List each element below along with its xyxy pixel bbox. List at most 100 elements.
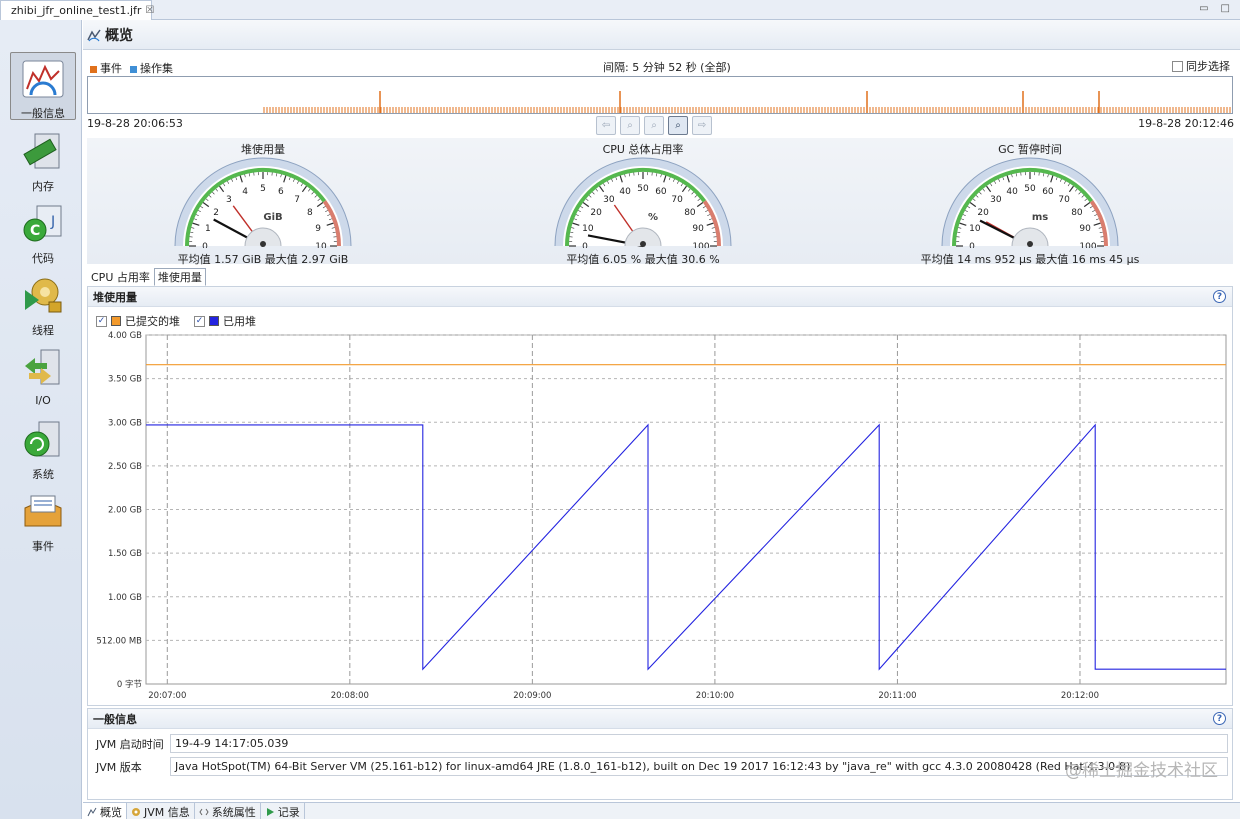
info-label: JVM 启动时间 [96,737,164,751]
events-icon [21,492,65,532]
gauge-unit: ms [1032,212,1048,223]
tab-overview[interactable]: 概览 [83,803,127,819]
sidebar-item-label: 代码 [32,252,54,265]
legend-swatch [209,316,219,326]
memory-icon [21,132,65,172]
code-icon: J C [21,204,65,244]
tab-cpu-usage[interactable]: CPU 占用率 [87,268,154,286]
y-tick-label: 2.00 GB [108,506,142,516]
zoom-forward-icon[interactable]: ⇨ [692,116,712,135]
gauge-cpu: CPU 总体占用率 0 10 20 30 40 50 60 70 80 90 100% 平均值 6.… [493,138,793,266]
x-tick-label: 20:07:00 [148,691,186,701]
gauge-tick-label: 90 [1079,224,1091,234]
gauge-tick-label: 60 [655,187,667,197]
maximize-icon[interactable]: □ [1221,3,1230,14]
info-label: JVM 版本 [96,760,142,774]
y-tick-label: 1.50 GB [108,549,142,559]
gauge-tick-label: 4 [242,187,248,197]
cpu-gauge-dial: 010203040 50 60708090100% [554,157,732,248]
editor-tab-strip: zhibi_jfr_online_test1.jfr ☒ ▭ □ [0,0,1240,20]
gauge-stats: 平均值 14 ms 952 μs 最大值 16 ms 45 μs [920,253,1140,266]
sidebar-item-events[interactable]: 事件 [10,486,76,554]
sidebar-item-system[interactable]: 系统 [10,414,76,482]
gauge-tick-label: 30 [990,195,1002,205]
sync-selection[interactable]: 同步选择 [1172,58,1230,74]
y-tick-label: 2.50 GB [108,462,142,472]
sidebar-item-threads[interactable]: 线程 [10,270,76,338]
tab-label: 系统属性 [211,805,256,819]
gauge-tick-label: 80 [1071,208,1083,218]
zoom-all-icon[interactable]: ⌕ [668,116,688,135]
gauge-stats: 平均值 1.57 GiB 最大值 2.97 GiB [177,253,349,266]
main-area: 概览 事件 操作集 间隔: 5 分钟 52 秒 (全部) 同步选择 19-8-2… [83,20,1240,819]
play-icon [266,807,274,816]
tab-recording[interactable]: 记录 [261,803,305,819]
tab-jvm-info[interactable]: JVM 信息 [127,803,195,819]
sidebar-item-general[interactable]: 一般信息 [10,52,76,120]
gauge-tick-label: 100 [1079,242,1096,248]
minimize-icon[interactable]: ▭ [1199,3,1208,14]
zoom-toolbar: ⇦ ⌕ ⌕ ⌕ ⇨ [596,116,712,135]
gauge-chart-icon [21,59,65,99]
sidebar: 一般信息 内存 J C 代码 线程 I/O 系统 事件 [0,20,82,819]
gauge-pivot [640,241,646,247]
subtab-bar: CPU 占用率 堆使用量 [87,268,206,286]
tab-system-properties[interactable]: 系统属性 [195,803,261,819]
tab-label: 记录 [277,805,300,819]
gauge-tick-label: 50 [637,184,649,194]
gauge-stats: 平均值 6.05 % 最大值 30.6 % [566,253,720,266]
x-tick-label: 20:12:00 [1061,691,1099,701]
close-icon[interactable]: ☒ [145,5,154,16]
sidebar-item-io[interactable]: I/O [10,342,76,410]
x-tick-label: 20:10:00 [696,691,734,701]
page-header: 概览 [83,20,1240,50]
sidebar-item-label: 一般信息 [21,107,65,120]
sync-checkbox[interactable] [1172,60,1183,72]
legend-swatch [90,65,97,73]
gauge-tick-label: 0 [202,242,208,248]
help-icon[interactable]: ? [1213,712,1226,725]
sidebar-item-label: 事件 [32,540,54,553]
bottom-tab-bar: 概览 JVM 信息 系统属性 记录 [83,802,1240,819]
gauge-tick-label: 20 [590,208,602,218]
timeline-start: 19-8-28 20:06:53 [87,117,183,130]
gauge-strip: 堆使用量 0 1 2 3 4 5 6 7 8 9 10 GiB 平均值 1.57 GiB 最大值 2.… [87,138,1233,266]
info-row-jvm-start: JVM 启动时间 19-4-9 14:17:05.039 [96,734,1228,753]
zoom-back-icon[interactable]: ⇦ [596,116,616,135]
editor-tab-label: zhibi_jfr_online_test1.jfr [11,4,142,17]
svg-text:J: J [50,214,55,230]
used-heap-checkbox[interactable]: ✓ [194,315,205,327]
properties-icon [199,808,209,815]
panel-title: 堆使用量 [88,287,1232,307]
heap-usage-panel: 堆使用量 ? ✓ 已提交的堆 ✓ 已用堆 0 字节 512.00 MB 1.00 G… [87,286,1233,706]
editor-tab[interactable]: zhibi_jfr_online_test1.jfr ☒ [0,0,154,20]
zoom-out-icon[interactable]: ⌕ [644,116,664,135]
zoom-in-icon[interactable]: ⌕ [620,116,640,135]
panel-title: 一般信息 [88,709,1232,729]
tab-heap-usage[interactable]: 堆使用量 [153,268,206,286]
y-tick-label: 0 字节 [117,679,143,690]
info-value[interactable]: 19-4-9 14:17:05.039 [170,734,1228,753]
timeline-legend: 事件 操作集 [90,60,173,76]
info-row-jvm-version: JVM 版本 Java HotSpot(TM) 64-Bit Server VM… [96,757,1228,776]
sidebar-item-memory[interactable]: 内存 [10,126,76,194]
threads-icon [21,276,65,316]
gauge-tick-label: 6 [278,187,284,197]
legend-item-operations: 操作集 [130,60,173,76]
heap-gauge-dial: 0 1234 5 6789 10 GiB [174,157,352,248]
gauge-tick-label: 0 [969,242,975,248]
io-icon [21,348,65,388]
heap-usage-chart[interactable]: 0 字节 512.00 MB 1.00 GB 1.50 GB 2.00 GB 2.50 G… [88,327,1232,705]
timeline-bars [263,91,1231,113]
committed-heap-checkbox[interactable]: ✓ [96,315,107,327]
gauge-unit: GiB [263,212,282,223]
gauge-tick-label: 70 [1058,195,1070,205]
gauge-unit: % [648,212,658,223]
gauge-tick-label: 5 [260,184,266,194]
gauge-tick-label: 90 [692,224,704,234]
x-tick-label: 20:08:00 [331,691,369,701]
help-icon[interactable]: ? [1213,290,1226,303]
y-tick-label: 4.00 GB [108,331,142,341]
event-timeline[interactable] [87,76,1233,114]
sidebar-item-code[interactable]: J C 代码 [10,198,76,266]
